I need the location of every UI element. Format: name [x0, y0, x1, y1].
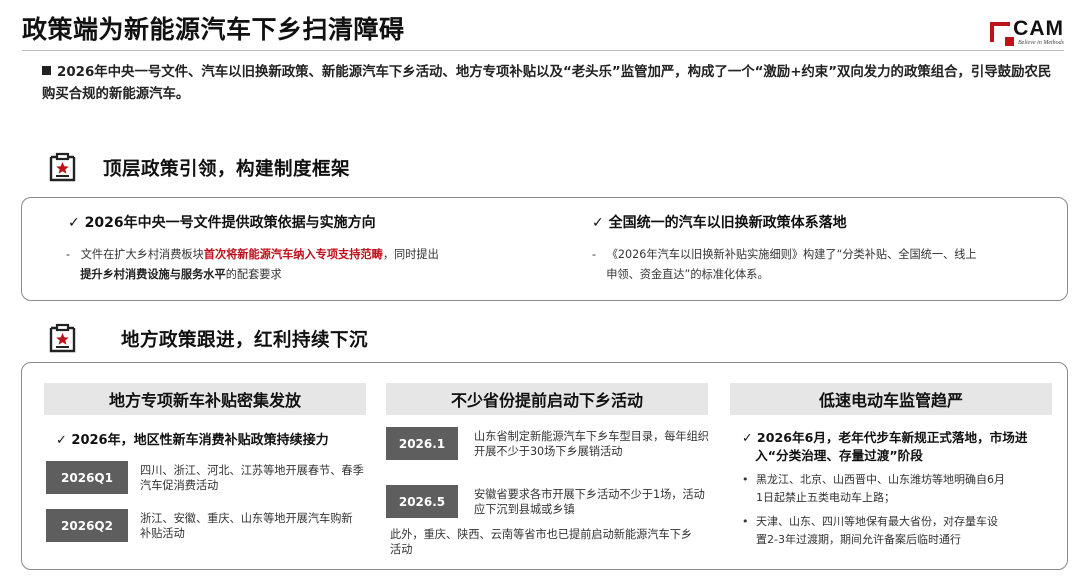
col3-bullet2-line2: 置2-3年过渡期，期间允许备案后临时通行 [756, 533, 961, 546]
logo-name: CAM [1013, 17, 1064, 40]
dot-bullet: • [742, 515, 749, 528]
right-text-line1: 《2026年汽车以旧换新补贴实施细则》构建了“分类补贴、全国统一、线上 [606, 248, 977, 261]
section1-header: 顶层政策引领，构建制度框架 [46, 151, 350, 184]
left-text-highlight: 首次将新能源汽车纳入专项支持范畴 [203, 248, 383, 261]
col3-header: 低速电动车监管趋严 [730, 383, 1052, 415]
section2-box: 地方专项新车补贴密集发放 ✓ 2026年，地区性新车消费补贴政策持续接力 202… [21, 362, 1068, 570]
col2-text-2: 安徽省要求各市开展下乡活动不少于1场，活动应下沉到县城或乡镇 [474, 488, 705, 516]
page-title: 政策端为新能源汽车下乡扫清障碍 [22, 15, 405, 44]
col3-head: ✓ 2026年6月，老年代步车新规正式落地，市场进 入“分类治理、存量过渡”阶段 [742, 429, 1052, 465]
section1-box: ✓ 2026年中央一号文件提供政策依据与实施方向 - 文件在扩大乡村消费板块首次… [21, 197, 1068, 301]
col3-head-line1: ✓ 2026年6月，老年代步车新规正式落地，市场进 [742, 430, 1028, 445]
col3-bullet1-line1: 黑龙江、北京、山西晋中、山东潍坊等地明确自6月 [756, 473, 1005, 486]
col2-tag-1: 2026.1 [386, 427, 458, 460]
summary-text: 2026年中央一号文件、汽车以旧换新政策、新能源汽车下乡活动、地方专项补贴以及“… [42, 65, 1052, 102]
col3-bullet1-line2: 1日起禁止五类电动车上路； [756, 491, 895, 504]
logo-tagline: Believe in Methods [1018, 40, 1064, 46]
col2-tag-2: 2026.5 [386, 485, 458, 518]
section1-right-text: - 《2026年汽车以旧换新补贴实施细则》构建了“分类补贴、全国统一、线上 申领… [592, 245, 1042, 285]
section1-title: 顶层政策引领，构建制度框架 [103, 158, 351, 180]
right-text-line2: 申领、资金直达”的标准化体系。 [606, 268, 769, 281]
col1-tag-q2: 2026Q2 [46, 509, 128, 542]
col3-bullet-2: • 天津、山东、四川等地保有最大省份，对存量车设 置2-3年过渡期，期间允许备案后… [742, 513, 1052, 549]
col3-bullet-1: • 黑龙江、北京、山西晋中、山东潍坊等地明确自6月 1日起禁止五类电动车上路； [742, 471, 1052, 507]
document-star-icon [46, 151, 79, 184]
col1-head: ✓ 2026年，地区性新车消费补贴政策持续接力 [56, 433, 329, 448]
col2-text-1: 山东省制定新能源汽车下乡车型目录，每年组织开展不少于30场下乡展销活动 [474, 430, 709, 458]
section2-header: 地方政策跟进，红利持续下沉 [46, 322, 368, 355]
col1-text-q1: 四川、浙江、河北、江苏等地开展春节、春季汽车促消费活动 [140, 464, 364, 492]
col2-header: 不少省份提前启动下乡活动 [386, 383, 708, 415]
col3-head-line2: 入“分类治理、存量过渡”阶段 [755, 448, 923, 463]
dash-bullet: - [66, 248, 71, 261]
dot-bullet: • [742, 473, 749, 486]
summary-paragraph: 2026年中央一号文件、汽车以旧换新政策、新能源汽车下乡活动、地方专项补贴以及“… [42, 62, 1057, 106]
cam-logo: CAM Believe in Methods [990, 18, 1064, 46]
logo-mark-icon [990, 22, 1015, 46]
left-text-a: 文件在扩大乡村消费板块 [80, 248, 204, 261]
col3-bullet2-line1: 天津、山东、四川等地保有最大省份，对存量车设 [756, 515, 998, 528]
left-text-b: ，同时提出 [382, 248, 439, 261]
section1-right-head: ✓ 全国统一的汽车以旧换新政策体系落地 [592, 215, 847, 231]
square-bullet-icon [42, 66, 51, 75]
col1-text-q2: 浙江、安徽、重庆、山东等地开展汽车购新补贴活动 [140, 512, 353, 540]
col2-footer: 此外，重庆、陕西、云南等省市也已提前启动新能源汽车下乡活动 [390, 528, 693, 556]
col1-tag-q1: 2026Q1 [46, 461, 128, 494]
section1-left-head: ✓ 2026年中央一号文件提供政策依据与实施方向 [68, 215, 376, 231]
document-star-icon [46, 322, 79, 355]
section2-title: 地方政策跟进，红利持续下沉 [121, 329, 369, 351]
title-divider [22, 50, 1064, 51]
col1-header: 地方专项新车补贴密集发放 [44, 383, 366, 415]
left-text-c: 的配套要求 [225, 268, 282, 281]
section1-left-text: - 文件在扩大乡村消费板块首次将新能源汽车纳入专项支持范畴，同时提出 提升乡村消… [66, 245, 536, 285]
left-text-bold: 提升乡村消费设施与服务水平 [80, 268, 226, 281]
dash-bullet: - [592, 248, 597, 261]
